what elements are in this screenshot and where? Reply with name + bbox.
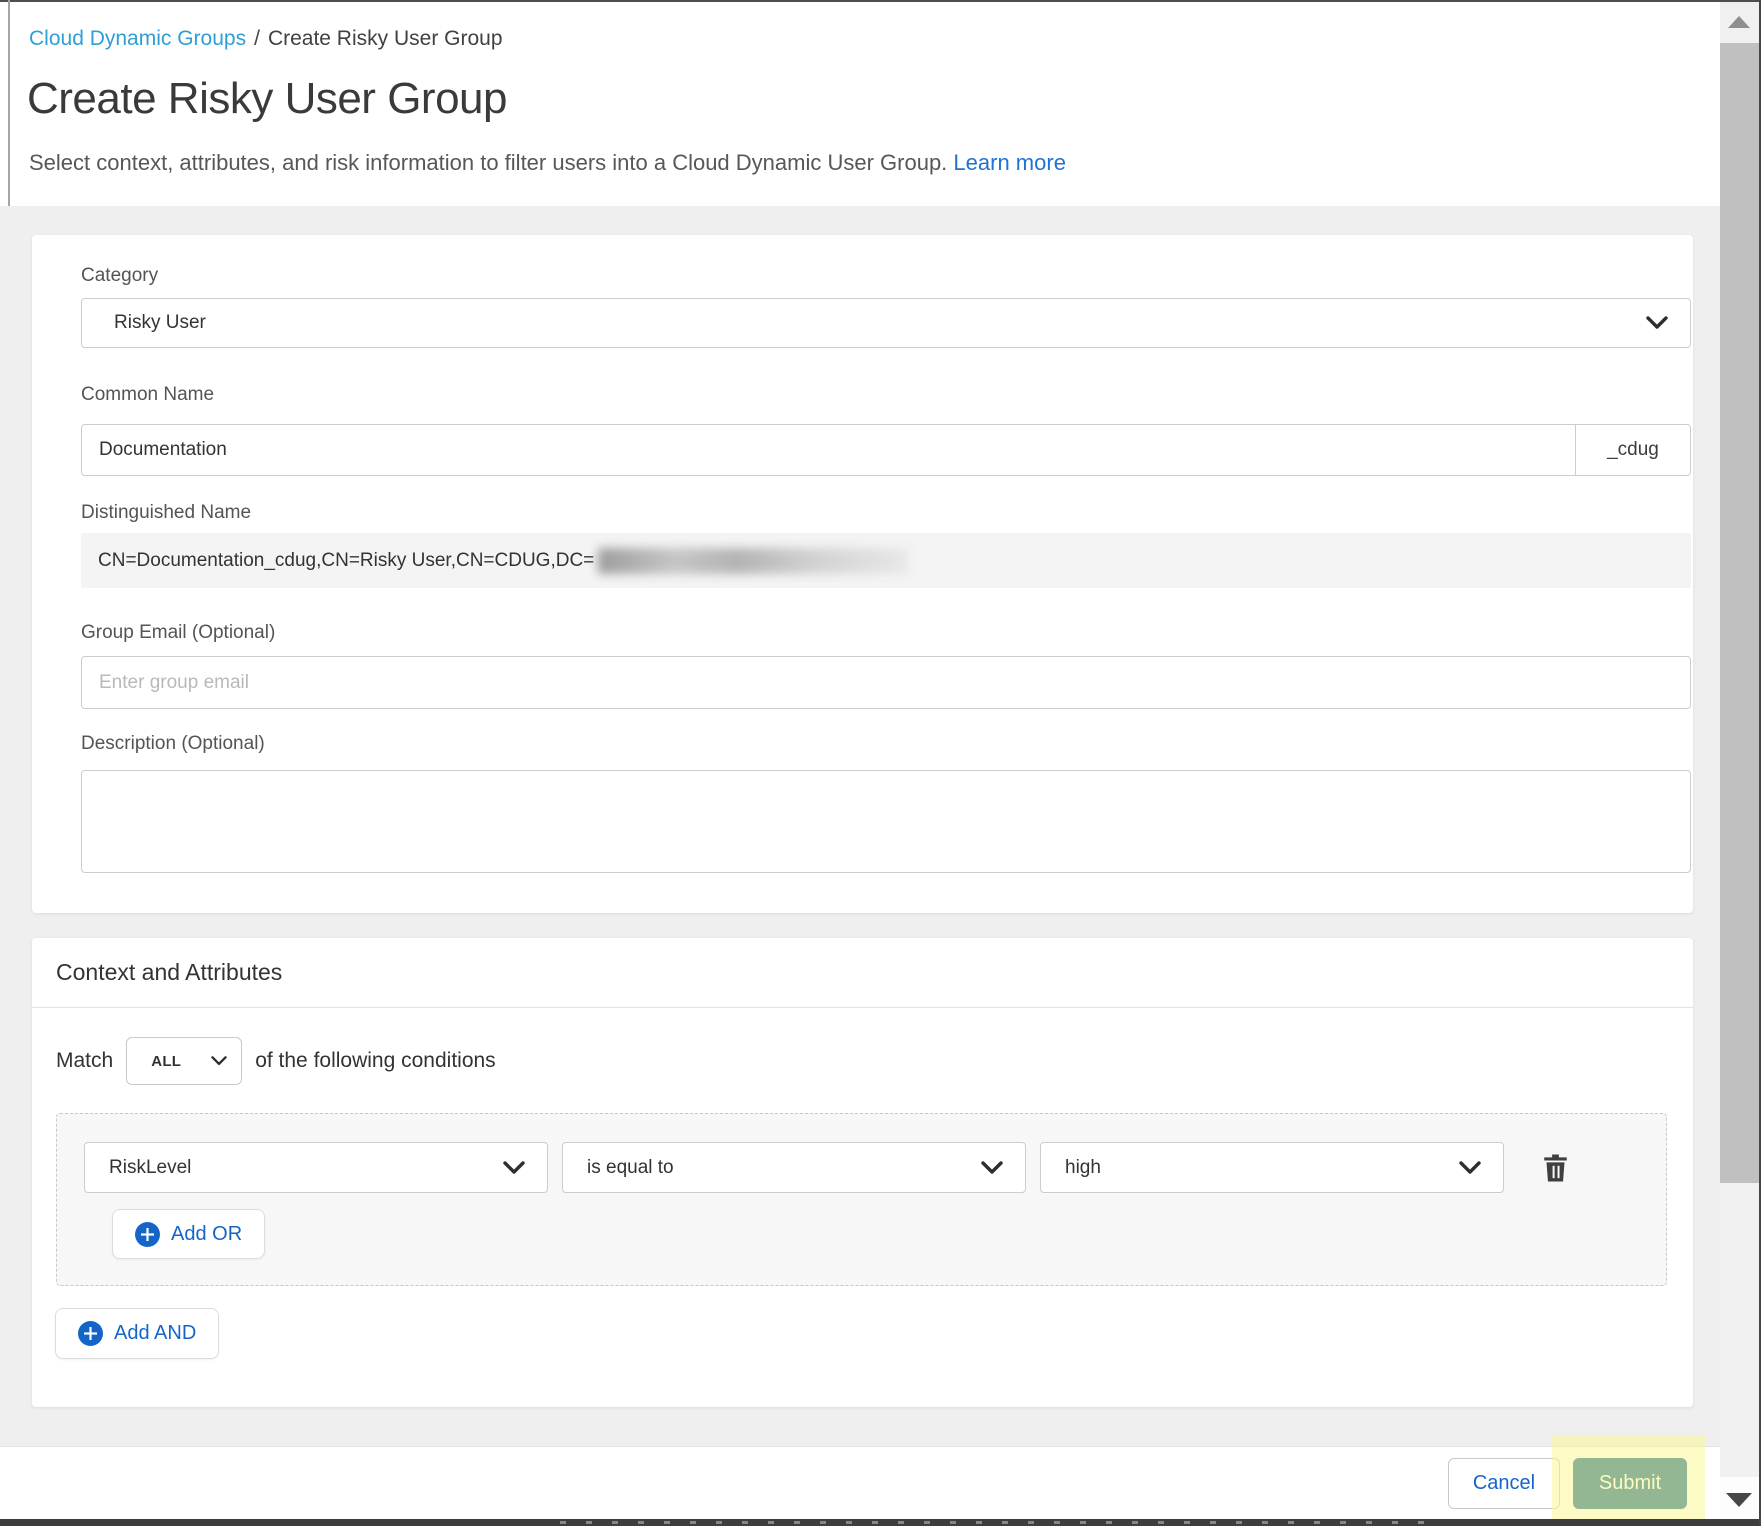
match-select[interactable]: ALL [126,1037,242,1085]
description-label: Description (Optional) [81,732,1666,756]
distinguished-name-field: CN=Documentation_cdug,CN=Risky User,CN=C… [81,533,1691,588]
scrollbar-down-button[interactable] [1720,1477,1759,1519]
page-header: Cloud Dynamic Groups / Create Risky User G… [0,2,1720,206]
group-email-label: Group Email (Optional) [81,621,1666,645]
operator-value: is equal to [563,1157,674,1179]
condition-value: high [1041,1157,1101,1179]
match-row: Match ALL of the following conditions [56,1037,1693,1085]
attribute-select[interactable]: RiskLevel [84,1142,548,1193]
plus-circle-icon [135,1222,160,1247]
match-value: ALL [127,1053,181,1070]
common-name-group: Documentation _cdug [81,424,1691,476]
category-select[interactable]: Risky User [81,298,1691,348]
add-and-label: Add AND [114,1322,196,1345]
panel-left-border [8,0,10,206]
match-suffix: of the following conditions [255,1049,496,1073]
add-or-label: Add OR [171,1223,242,1246]
window-top-border [0,0,1761,2]
category-value: Risky User [82,312,206,334]
condition-row: RiskLevel is equal to high [84,1142,1639,1193]
chevron-down-icon [981,1161,1003,1175]
breadcrumb-link-cloud-dynamic-groups[interactable]: Cloud Dynamic Groups [29,27,246,50]
chevron-down-icon [1459,1161,1481,1175]
page-body: Category Risky User Common Name Document… [0,206,1720,1446]
delete-condition-button[interactable] [1538,1150,1572,1186]
page-subtitle: Select context, attributes, and risk inf… [29,148,1066,178]
group-details-card: Category Risky User Common Name Document… [32,235,1693,913]
operator-select[interactable]: is equal to [562,1142,1026,1193]
match-prefix: Match [56,1049,113,1073]
scrollbar-up-button[interactable] [1720,0,1759,43]
cropped-content-strip [0,1519,1761,1526]
add-and-button[interactable]: Add AND [55,1308,219,1359]
redacted-domain-value [598,548,908,574]
common-name-label: Common Name [81,383,1666,407]
chevron-down-icon [1646,316,1668,330]
triangle-down-icon [1726,1493,1752,1507]
breadcrumb-separator: / [254,27,260,50]
action-bar: Cancel Submit [0,1446,1720,1519]
group-email-input[interactable] [81,656,1691,709]
distinguished-name-value: CN=Documentation_cdug,CN=Risky User,CN=C… [98,550,594,572]
breadcrumb-current: Create Risky User Group [268,27,503,50]
chevron-down-icon [503,1161,525,1175]
trash-icon [1542,1153,1569,1183]
page-title: Create Risky User Group [27,70,507,128]
scrollbar-thumb[interactable] [1720,43,1759,1183]
context-attributes-card: Context and Attributes Match ALL of the … [32,938,1693,1407]
section-title: Context and Attributes [32,938,1693,1008]
attribute-value: RiskLevel [85,1157,191,1179]
add-or-button[interactable]: Add OR [112,1209,265,1259]
condition-group: RiskLevel is equal to high [56,1113,1667,1286]
submit-button[interactable]: Submit [1573,1458,1687,1509]
chevron-down-icon [211,1056,227,1067]
common-name-input[interactable]: Documentation [82,425,1576,475]
category-label: Category [81,264,1666,288]
description-textarea[interactable] [81,770,1691,873]
vertical-scrollbar[interactable] [1720,0,1759,1526]
cancel-button[interactable]: Cancel [1448,1458,1560,1509]
common-name-suffix: _cdug [1576,425,1690,475]
learn-more-link[interactable]: Learn more [953,150,1066,175]
breadcrumb: Cloud Dynamic Groups / Create Risky User G… [29,26,503,52]
subtitle-text: Select context, attributes, and risk inf… [29,150,947,175]
plus-circle-icon [78,1321,103,1346]
triangle-up-icon [1728,16,1750,28]
distinguished-name-label: Distinguished Name [81,501,1666,525]
cropped-text-fragments [560,1521,1440,1524]
value-select[interactable]: high [1040,1142,1504,1193]
